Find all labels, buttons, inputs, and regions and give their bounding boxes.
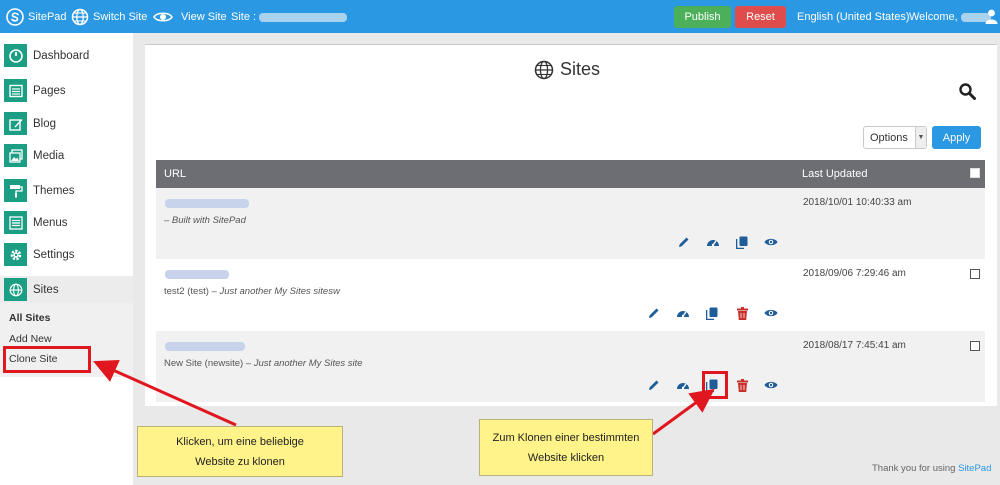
row-checkbox[interactable] (970, 269, 980, 279)
sidebar-item-sites[interactable]: Sites (0, 276, 133, 303)
sidebar-item-label: Menus (33, 216, 68, 229)
globe-icon (4, 278, 27, 301)
table-row: test2 (test) – Just another My Sites sit… (156, 259, 985, 330)
speedometer-icon[interactable] (676, 378, 690, 392)
paint-roller-icon (4, 179, 27, 202)
view-eye-icon[interactable] (764, 306, 778, 320)
row-checkbox[interactable] (970, 341, 980, 351)
switch-site-link[interactable]: Switch Site (71, 8, 147, 26)
sites-panel: Sites Options ▼ Apply URL Last Updated –… (145, 44, 997, 406)
site-label: Site : (231, 11, 257, 23)
sidebar-item-label: Dashboard (33, 49, 90, 62)
trash-icon[interactable] (735, 378, 749, 392)
clone-button-highlight (702, 371, 728, 399)
clone-icon[interactable] (705, 306, 719, 320)
edit-icon[interactable] (647, 306, 661, 320)
callout-clone-specific-site: Zum Klonen einer bestimmten Website klic… (479, 419, 653, 476)
site-url-redacted[interactable] (165, 270, 229, 279)
column-header-last-updated: Last Updated (802, 168, 868, 180)
site-name-redacted (259, 12, 348, 22)
submenu-add-new[interactable]: Add New (9, 333, 52, 345)
pages-icon (4, 79, 27, 102)
footer-brand-link[interactable]: SitePad (958, 463, 991, 474)
callout-clone-any-site: Klicken, um eine beliebige Website zu kl… (137, 426, 343, 477)
search-icon[interactable] (959, 83, 976, 100)
top-bar: SitePad Switch Site View Site Site : Pub… (0, 0, 1000, 33)
gear-icon (4, 243, 27, 266)
last-updated: 2018/09/06 7:29:46 am (803, 268, 906, 279)
sidebar: Dashboard Pages Blog Media Themes Menus … (0, 33, 133, 485)
blog-icon (4, 112, 27, 135)
sidebar-item-blog[interactable]: Blog (4, 111, 133, 136)
site-description: test2 (test) – Just another My Sites sit… (164, 286, 340, 297)
reset-button[interactable]: Reset (735, 6, 786, 28)
language-selector[interactable]: English (United States) (797, 11, 910, 23)
last-updated: 2018/10/01 10:40:33 am (803, 197, 912, 208)
table-row: – Built with SitePad 2018/10/01 10:40:33… (156, 188, 985, 259)
user-icon[interactable] (985, 9, 998, 24)
page-title-text: Sites (560, 59, 601, 79)
speedometer-icon[interactable] (706, 235, 720, 249)
sidebar-item-dashboard[interactable]: Dashboard (4, 43, 133, 68)
edit-icon[interactable] (647, 378, 661, 392)
chevron-down-icon: ▼ (915, 127, 926, 148)
sidebar-item-label: Pages (33, 84, 66, 97)
view-eye-icon[interactable] (764, 235, 778, 249)
globe-icon (534, 60, 554, 79)
switch-site-label: Switch Site (93, 11, 148, 23)
column-header-url: URL (164, 168, 187, 180)
site-description: – Built with SitePad (164, 215, 246, 226)
site-url-redacted[interactable] (165, 199, 249, 208)
eye-icon (153, 12, 173, 22)
table-row: New Site (newsite) – Just another My Sit… (156, 331, 985, 402)
view-eye-icon[interactable] (764, 378, 778, 392)
options-label: Options (870, 131, 908, 144)
sidebar-item-label: Sites (33, 283, 59, 296)
sitepad-logo-icon (6, 8, 24, 26)
apply-button[interactable]: Apply (932, 126, 981, 149)
sidebar-item-settings[interactable]: Settings (4, 242, 133, 267)
menus-icon (4, 211, 27, 234)
sidebar-item-label: Blog (33, 117, 57, 130)
sidebar-item-menus[interactable]: Menus (4, 210, 133, 235)
clone-icon[interactable] (735, 235, 749, 249)
clone-site-highlight (3, 346, 91, 373)
sidebar-item-label: Settings (33, 248, 75, 261)
globe-icon (71, 8, 89, 26)
sidebar-item-media[interactable]: Media (4, 143, 133, 168)
last-updated: 2018/08/17 7:45:41 am (803, 340, 906, 351)
site-description: New Site (newsite) – Just another My Sit… (164, 358, 363, 369)
sidebar-item-pages[interactable]: Pages (4, 78, 133, 103)
welcome-label: Welcome, (909, 11, 958, 23)
view-site-label: View Site (181, 11, 227, 23)
callout-right-text: Zum Klonen einer bestimmten Website klic… (492, 431, 640, 464)
sidebar-item-label: Media (33, 149, 65, 162)
view-site-link[interactable]: View Site (153, 8, 227, 26)
speedometer-icon[interactable] (676, 306, 690, 320)
site-url-redacted[interactable] (165, 342, 245, 351)
welcome-user[interactable]: Welcome, (909, 11, 991, 23)
page-title: Sites (534, 59, 600, 80)
site-indicator: Site : (231, 11, 348, 23)
sitepad-logo[interactable]: SitePad (6, 8, 67, 26)
brand-label: SitePad (28, 11, 67, 23)
callout-left-text: Klicken, um eine beliebige Website zu kl… (176, 435, 304, 468)
footer-text: Thank you for using SitePad (872, 463, 992, 474)
sidebar-item-label: Themes (33, 184, 75, 197)
select-all-checkbox[interactable] (970, 168, 980, 178)
dashboard-icon (4, 44, 27, 67)
sidebar-item-themes[interactable]: Themes (4, 178, 133, 203)
table-header: URL Last Updated (156, 160, 985, 188)
trash-icon[interactable] (735, 306, 749, 320)
edit-icon[interactable] (677, 235, 691, 249)
submenu-all-sites[interactable]: All Sites (9, 312, 50, 324)
media-icon (4, 144, 27, 167)
publish-button[interactable]: Publish (674, 6, 731, 28)
bulk-options-select[interactable]: Options ▼ (863, 126, 927, 149)
